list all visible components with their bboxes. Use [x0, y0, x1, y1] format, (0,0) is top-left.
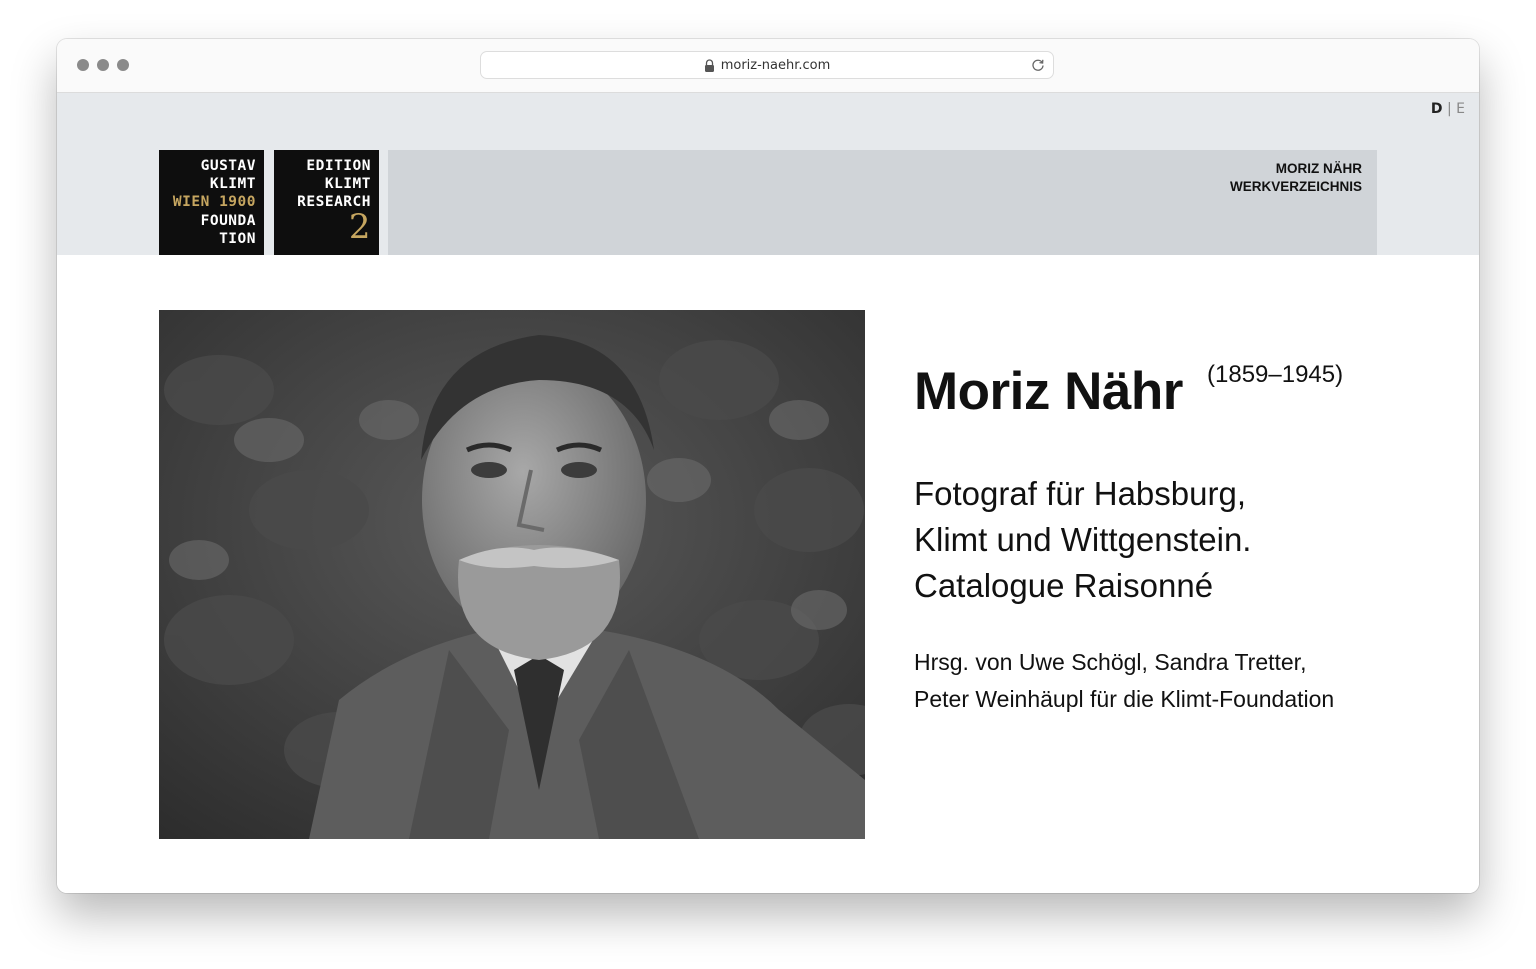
address-bar[interactable]: moriz-naehr.com	[480, 51, 1054, 79]
edition-logo[interactable]: EDITION KLIMT RESEARCH 2	[274, 150, 379, 255]
page-viewport: D | E GUSTAV KLIMT WIEN 1900 FOUNDA TION…	[57, 93, 1479, 893]
url-text: moriz-naehr.com	[720, 57, 831, 73]
lock-icon	[704, 58, 714, 72]
window-control-zoom[interactable]	[117, 59, 129, 71]
site-title-line: MORIZ NÄHR	[1275, 161, 1362, 176]
hero-subtitle-line: Catalogue Raisonné	[914, 567, 1214, 604]
foundation-logo-line: WIEN 1900	[172, 194, 256, 211]
window-control-close[interactable]	[77, 59, 89, 71]
hero-name-block: Moriz Nähr (1859–1945)	[914, 361, 1343, 422]
foundation-logo[interactable]: GUSTAV KLIMT WIEN 1900 FOUNDA TION	[159, 150, 264, 255]
foundation-logo-line: KLIMT	[209, 176, 256, 193]
hero-subtitle-line: Fotograf für Habsburg,	[914, 475, 1246, 512]
edition-logo-line: KLIMT	[324, 176, 371, 193]
browser-titlebar: moriz-naehr.com	[57, 39, 1479, 93]
site-title[interactable]: MORIZ NÄHR WERKVERZEICHNIS	[1230, 160, 1362, 196]
hero-editors: Hrsg. von Uwe Schögl, Sandra Tretter, Pe…	[914, 649, 1335, 712]
hero-subtitle-line: Klimt und Wittgenstein.	[914, 521, 1252, 558]
hero-name: Moriz Nähr	[914, 362, 1183, 421]
language-de-link[interactable]: D	[1431, 101, 1443, 117]
portrait-illustration	[159, 310, 865, 839]
hero-subtitle: Fotograf für Habsburg, Klimt und Wittgen…	[914, 471, 1374, 609]
language-en-link[interactable]: E	[1456, 101, 1465, 117]
hero-years: (1859–1945)	[1207, 361, 1344, 388]
edition-logo-line: EDITION	[306, 158, 371, 174]
foundation-logo-line: FOUNDA	[200, 212, 256, 229]
foundation-logo-line: TION	[219, 230, 256, 247]
header-band: D | E GUSTAV KLIMT WIEN 1900 FOUNDA TION…	[57, 93, 1479, 255]
site-title-panel: MORIZ NÄHR WERKVERZEICHNIS	[388, 150, 1377, 255]
browser-window: moriz-naehr.com D | E GUSTAV KLIMT WIEN …	[57, 39, 1479, 893]
window-control-minimize[interactable]	[97, 59, 109, 71]
portrait-photo	[159, 310, 865, 839]
site-title-line: WERKVERZEICHNIS	[1229, 179, 1362, 194]
foundation-logo-line: GUSTAV	[200, 158, 256, 174]
language-switch: D | E	[1431, 101, 1465, 117]
edition-logo-number: 2	[348, 206, 371, 247]
language-separator: |	[1446, 101, 1452, 117]
reload-icon[interactable]	[1030, 57, 1046, 73]
